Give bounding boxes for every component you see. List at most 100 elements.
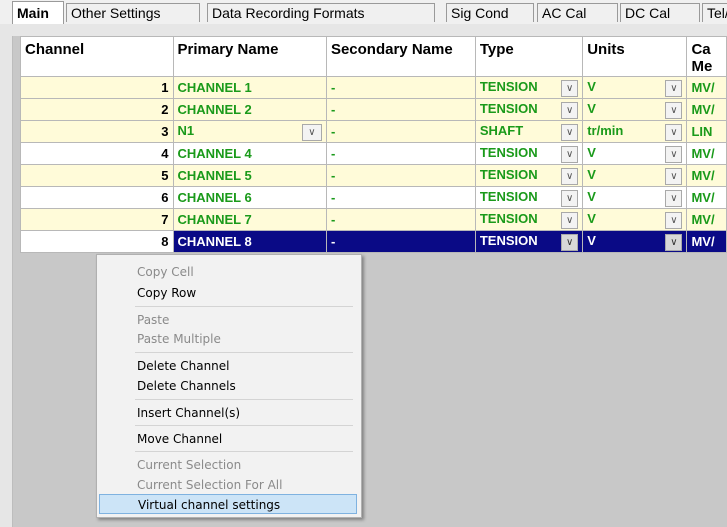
units-value: tr/min [587, 122, 624, 138]
type-cell[interactable]: SHAFT ∨ [474, 120, 584, 143]
channel-number[interactable]: 5 [20, 164, 174, 187]
header-units[interactable]: Units [582, 36, 688, 77]
secondary-name-cell[interactable]: - [325, 164, 476, 187]
header-primary-name[interactable]: Primary Name [172, 36, 327, 77]
units-cell[interactable]: V ∨ [582, 142, 688, 165]
type-cell[interactable]: TENSION ∨ [474, 208, 584, 231]
units-cell[interactable]: V ∨ [582, 98, 688, 121]
menu-separator [135, 425, 353, 426]
cal-method-cell[interactable]: MV/ [686, 76, 727, 99]
secondary-name-cell[interactable]: - [325, 76, 476, 99]
cal-method-cell[interactable]: LIN [686, 120, 727, 143]
cal-method-cell[interactable]: MV/ [686, 164, 727, 187]
chevron-down-icon[interactable]: ∨ [665, 79, 683, 97]
cal-method-cell[interactable]: MV/ [686, 230, 727, 253]
secondary-name-cell[interactable]: - [325, 208, 476, 231]
cal-method-cell[interactable]: MV/ [686, 142, 727, 165]
cal-method-cell[interactable]: MV/ [686, 98, 727, 121]
header-secondary-name[interactable]: Secondary Name [325, 36, 476, 77]
secondary-name-cell[interactable]: - [325, 142, 476, 165]
table-row[interactable]: 3 N1 ∨ - SHAFT ∨ tr/min ∨ LIN [20, 120, 727, 143]
table-row[interactable]: 7 CHANNEL 7 - TENSION ∨ V ∨ MV/ [20, 208, 727, 231]
tab-ac-cal[interactable]: AC Cal [537, 3, 618, 22]
type-cell[interactable]: TENSION ∨ [474, 76, 584, 99]
menu-item-paste-multiple[interactable]: Paste Multiple [99, 329, 357, 349]
chevron-down-icon[interactable]: ∨ [665, 211, 683, 229]
chevron-down-icon[interactable]: ∨ [561, 145, 579, 163]
table-row[interactable]: 5 CHANNEL 5 - TENSION ∨ V ∨ MV/ [20, 164, 727, 187]
cal-method-cell[interactable]: MV/ [686, 186, 727, 209]
table-row[interactable]: 6 CHANNEL 6 - TENSION ∨ V ∨ MV/ [20, 186, 727, 209]
type-cell[interactable]: TENSION ∨ [474, 142, 584, 165]
chevron-down-icon[interactable]: ∨ [561, 211, 579, 229]
channel-number[interactable]: 2 [20, 98, 174, 121]
chevron-down-icon[interactable]: ∨ [665, 189, 683, 207]
channel-number[interactable]: 6 [20, 186, 174, 209]
menu-item-current-selection-for-all[interactable]: Current Selection For All [99, 475, 357, 495]
primary-name-cell[interactable]: CHANNEL 5 [172, 164, 327, 187]
primary-name-cell[interactable]: CHANNEL 8 [172, 230, 327, 253]
tab-main[interactable]: Main [12, 1, 64, 24]
secondary-name-cell[interactable]: - [325, 186, 476, 209]
menu-item-copy-cell[interactable]: Copy Cell [99, 262, 357, 282]
header-cal-method[interactable]: Ca Me [686, 36, 727, 77]
units-cell[interactable]: V ∨ [582, 164, 688, 187]
tab-tel[interactable]: Tel/ [702, 3, 727, 22]
chevron-down-icon[interactable]: ∨ [665, 123, 683, 141]
units-cell[interactable]: V ∨ [582, 186, 688, 209]
primary-name-cell[interactable]: CHANNEL 2 [172, 98, 327, 121]
chevron-down-icon[interactable]: ∨ [561, 189, 579, 207]
table-row[interactable]: 2 CHANNEL 2 - TENSION ∨ V ∨ MV/ [20, 98, 727, 121]
primary-name-cell[interactable]: N1 ∨ [172, 120, 327, 143]
header-type[interactable]: Type [474, 36, 584, 77]
primary-name-cell[interactable]: CHANNEL 1 [172, 76, 327, 99]
header-channel[interactable]: Channel [20, 36, 174, 77]
units-cell[interactable]: V ∨ [582, 230, 688, 253]
type-cell[interactable]: TENSION ∨ [474, 230, 584, 253]
type-cell[interactable]: TENSION ∨ [474, 186, 584, 209]
chevron-down-icon[interactable]: ∨ [665, 233, 683, 251]
channel-number[interactable]: 7 [20, 208, 174, 231]
chevron-down-icon[interactable]: ∨ [561, 123, 579, 141]
chevron-down-icon[interactable]: ∨ [561, 233, 579, 251]
menu-item-delete-channel[interactable]: Delete Channel [99, 356, 357, 376]
primary-name-cell[interactable]: CHANNEL 4 [172, 142, 327, 165]
menu-item-copy-row[interactable]: Copy Row [99, 283, 357, 303]
channel-number[interactable]: 4 [20, 142, 174, 165]
channel-number[interactable]: 8 [20, 230, 174, 253]
tab-dc-cal[interactable]: DC Cal [620, 3, 700, 22]
chevron-down-icon[interactable]: ∨ [561, 79, 579, 97]
chevron-down-icon[interactable]: ∨ [665, 145, 683, 163]
menu-item-virtual-channel-settings[interactable]: Virtual channel settings [99, 494, 357, 514]
chevron-down-icon[interactable]: ∨ [561, 167, 579, 185]
type-value: TENSION [479, 232, 538, 248]
units-cell[interactable]: tr/min ∨ [582, 120, 688, 143]
menu-item-move-channel[interactable]: Move Channel [99, 429, 357, 449]
menu-item-insert-channels[interactable]: Insert Channel(s) [99, 403, 357, 423]
channel-number[interactable]: 1 [20, 76, 174, 99]
table-row-selected[interactable]: 8 CHANNEL 8 - TENSION ∨ V ∨ MV/ [20, 230, 727, 253]
cal-method-cell[interactable]: MV/ [686, 208, 727, 231]
units-cell[interactable]: V ∨ [582, 76, 688, 99]
secondary-name-cell[interactable]: - [325, 120, 476, 143]
secondary-name-cell[interactable]: - [325, 98, 476, 121]
table-row[interactable]: 1 CHANNEL 1 - TENSION ∨ V ∨ MV/ [20, 76, 727, 99]
menu-item-paste[interactable]: Paste [99, 310, 357, 330]
chevron-down-icon[interactable]: ∨ [301, 123, 322, 141]
tab-sig-cond[interactable]: Sig Cond [446, 3, 534, 22]
menu-item-delete-channels[interactable]: Delete Channels [99, 376, 357, 396]
chevron-down-icon[interactable]: ∨ [561, 101, 579, 119]
primary-name-cell[interactable]: CHANNEL 7 [172, 208, 327, 231]
menu-item-current-selection[interactable]: Current Selection [99, 455, 357, 475]
tab-other-settings[interactable]: Other Settings [66, 3, 200, 22]
chevron-down-icon[interactable]: ∨ [665, 101, 683, 119]
table-row[interactable]: 4 CHANNEL 4 - TENSION ∨ V ∨ MV/ [20, 142, 727, 165]
type-cell[interactable]: TENSION ∨ [474, 98, 584, 121]
units-cell[interactable]: V ∨ [582, 208, 688, 231]
secondary-name-cell[interactable]: - [325, 230, 476, 253]
type-cell[interactable]: TENSION ∨ [474, 164, 584, 187]
tab-data-recording-formats[interactable]: Data Recording Formats [207, 3, 435, 22]
channel-number[interactable]: 3 [20, 120, 174, 143]
chevron-down-icon[interactable]: ∨ [665, 167, 683, 185]
primary-name-cell[interactable]: CHANNEL 6 [172, 186, 327, 209]
